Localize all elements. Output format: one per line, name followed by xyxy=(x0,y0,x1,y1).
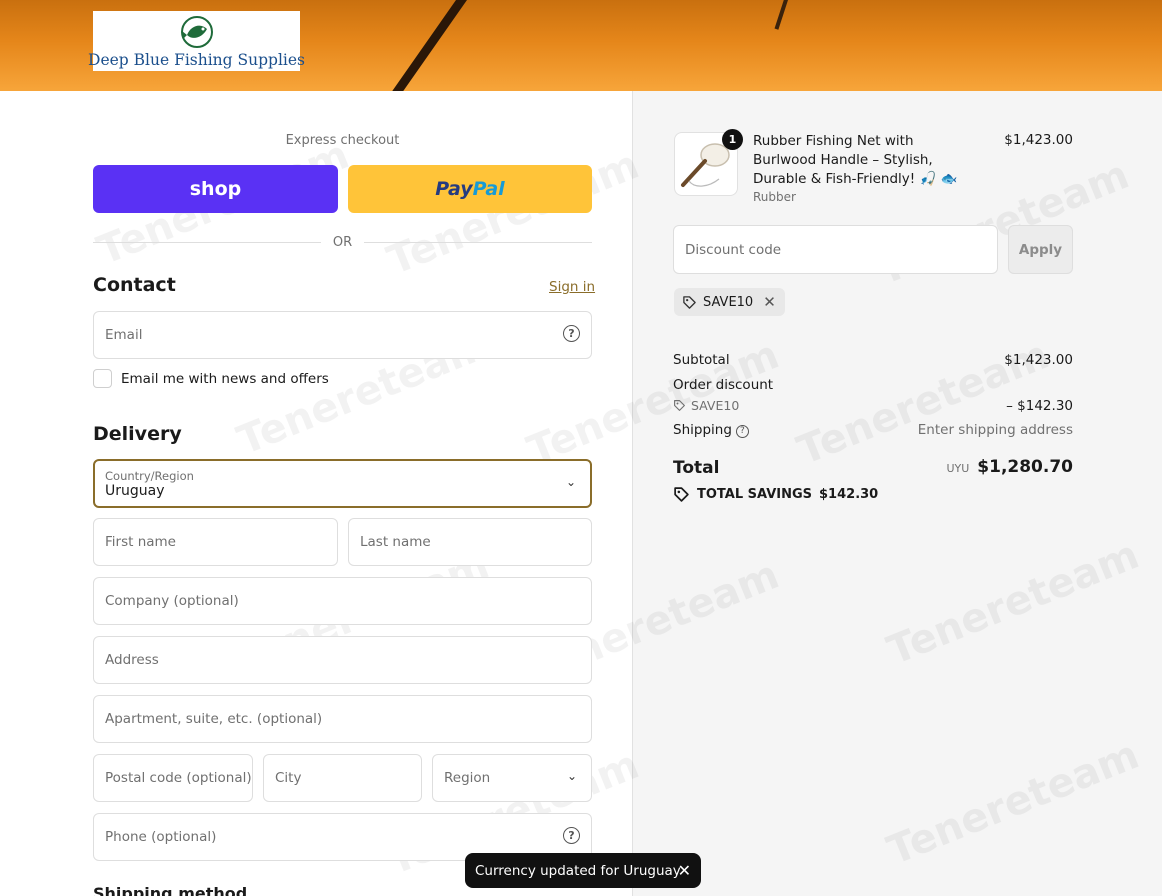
discount-code-field[interactable]: Discount code xyxy=(673,225,998,274)
store-logo[interactable]: Deep Blue Fishing Supplies xyxy=(88,11,305,71)
header-banner: Deep Blue Fishing Supplies xyxy=(0,0,1162,91)
fish-logo-icon xyxy=(180,16,213,48)
currency-toast: Currency updated for Uruguay ✕ xyxy=(465,853,701,888)
newsletter-option[interactable]: Email me with news and offers xyxy=(93,369,329,388)
address-field[interactable]: Address xyxy=(93,636,592,684)
last-name-field[interactable]: Last name xyxy=(348,518,592,566)
total-amount: UYU $1,280.70 xyxy=(946,457,1073,477)
toast-message: Currency updated for Uruguay xyxy=(475,862,681,879)
savings-label: TOTAL SAVINGS xyxy=(697,487,813,502)
order-discount-code: SAVE10 xyxy=(691,398,740,413)
postal-placeholder: Postal code (optional) xyxy=(105,770,252,786)
company-field[interactable]: Company (optional) xyxy=(93,577,592,625)
shipping-row: Shipping? xyxy=(673,422,749,438)
product-variant: Rubber xyxy=(753,190,796,204)
help-icon[interactable]: ? xyxy=(563,325,580,342)
shipping-value: Enter shipping address xyxy=(917,422,1073,438)
sign-in-link[interactable]: Sign in xyxy=(549,279,595,295)
phone-placeholder: Phone (optional) xyxy=(105,829,217,845)
region-select[interactable]: Region ⌄ xyxy=(432,754,592,802)
total-savings: TOTAL SAVINGS $142.30 xyxy=(673,486,878,503)
postal-code-field[interactable]: Postal code (optional) xyxy=(93,754,253,802)
paypal-logo-part1: Pay xyxy=(435,178,473,200)
or-label: OR xyxy=(332,234,353,250)
discount-placeholder: Discount code xyxy=(685,241,782,258)
or-divider: OR xyxy=(93,234,593,250)
subtotal-label: Subtotal xyxy=(673,352,730,368)
email-field[interactable]: Email ? xyxy=(93,311,592,359)
total-currency: UYU xyxy=(946,462,970,475)
first-name-placeholder: First name xyxy=(105,534,176,550)
last-name-placeholder: Last name xyxy=(360,534,431,550)
savings-value: $142.30 xyxy=(819,487,879,502)
address-placeholder: Address xyxy=(105,652,159,668)
country-select[interactable]: Country/Region Uruguay ⌄ xyxy=(93,459,592,508)
first-name-field[interactable]: First name xyxy=(93,518,338,566)
city-field[interactable]: City xyxy=(263,754,422,802)
country-value: Uruguay xyxy=(105,482,165,499)
order-discount-label: Order discount xyxy=(673,377,774,393)
apply-button[interactable]: Apply xyxy=(1008,225,1073,274)
watermark: Tenereteam xyxy=(381,141,646,285)
chevron-down-icon: ⌄ xyxy=(565,475,576,489)
quantity-badge: 1 xyxy=(722,129,743,150)
store-name: Deep Blue Fishing Supplies xyxy=(88,51,305,69)
city-placeholder: City xyxy=(275,770,302,786)
country-label: Country/Region xyxy=(105,468,194,483)
email-placeholder: Email xyxy=(105,327,143,343)
subtotal-value: $1,423.00 xyxy=(1004,352,1073,368)
tag-icon xyxy=(674,400,685,411)
newsletter-label: Email me with news and offers xyxy=(121,370,329,387)
help-icon[interactable]: ? xyxy=(563,827,580,844)
total-label: Total xyxy=(673,458,720,478)
company-placeholder: Company (optional) xyxy=(105,593,239,609)
tag-icon xyxy=(674,487,689,502)
applied-code-label: SAVE10 xyxy=(703,294,754,310)
fishing-rod-tip-image xyxy=(774,0,790,30)
paypal-logo-part2: Pal xyxy=(472,178,505,200)
shop-pay-button[interactable]: shop xyxy=(93,165,338,213)
applied-discount-chip: SAVE10 ✕ xyxy=(674,288,785,316)
contact-heading: Contact xyxy=(93,274,176,296)
divider-line xyxy=(364,241,593,243)
divider-line xyxy=(93,241,321,243)
tag-icon xyxy=(683,295,696,309)
product-title: Rubber Fishing Net with Burlwood Handle … xyxy=(753,133,958,187)
shipping-label: Shipping xyxy=(673,422,732,438)
chevron-down-icon: ⌄ xyxy=(566,769,577,783)
paypal-button[interactable]: Pay Pal xyxy=(348,165,592,213)
help-icon[interactable]: ? xyxy=(735,424,749,438)
apartment-field[interactable]: Apartment, suite, etc. (optional) xyxy=(93,695,592,743)
delivery-heading: Delivery xyxy=(93,423,182,445)
order-discount-value: – $142.30 xyxy=(1006,398,1073,414)
apartment-placeholder: Apartment, suite, etc. (optional) xyxy=(105,711,323,727)
order-discount-code-row: SAVE10 xyxy=(673,398,739,413)
total-value: $1,280.70 xyxy=(977,457,1073,477)
remove-discount-icon[interactable]: ✕ xyxy=(763,293,776,311)
product-price: $1,423.00 xyxy=(1004,132,1073,148)
close-icon[interactable]: ✕ xyxy=(678,861,691,880)
express-checkout-label: Express checkout xyxy=(285,133,400,148)
shipping-method-heading: Shipping method xyxy=(93,884,248,896)
newsletter-checkbox[interactable] xyxy=(93,369,112,388)
region-placeholder: Region xyxy=(444,770,491,786)
fishing-rod-image xyxy=(383,0,478,91)
